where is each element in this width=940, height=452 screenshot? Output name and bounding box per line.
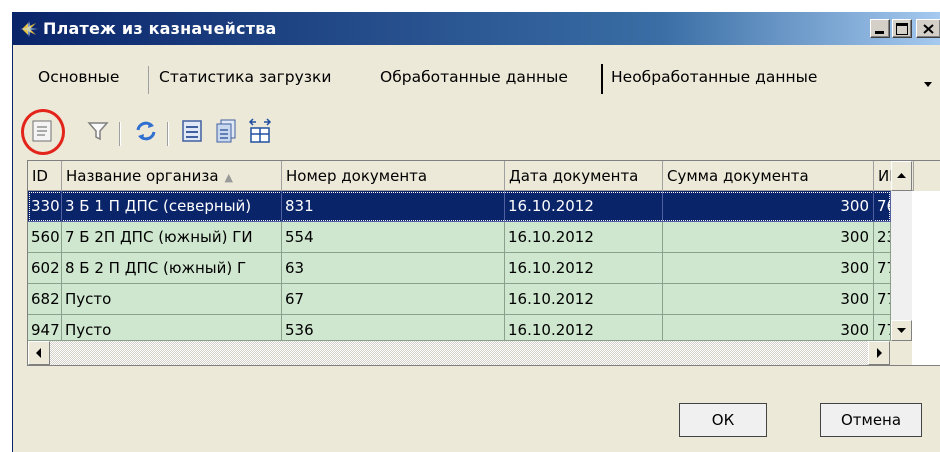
toolbar-separator [119, 122, 121, 146]
cell-id: 560 [28, 222, 62, 253]
cell-doc-date: 16.10.2012 [505, 284, 663, 315]
column-header-label: Дата документа [509, 167, 639, 185]
scroll-left-button[interactable] [28, 341, 50, 365]
cell-inn: 760 [874, 191, 891, 222]
table-row[interactable]: 682 Пусто 67 16.10.2012 300 770 [28, 284, 891, 315]
cell-doc-date: 16.10.2012 [505, 191, 663, 222]
cell-doc-amount: 300 [663, 284, 874, 315]
arrow-up-icon [897, 173, 906, 178]
export-button[interactable] [213, 117, 241, 147]
horizontal-scrollbar[interactable] [28, 341, 912, 365]
cell-doc-date: 16.10.2012 [505, 222, 663, 253]
cell-doc-date: 16.10.2012 [505, 253, 663, 284]
filter-icon [87, 122, 109, 141]
tab-active-divider [601, 64, 603, 94]
arrow-right-icon [877, 348, 882, 358]
cell-doc-amount: 300 [663, 222, 874, 253]
cell-doc-number: 536 [282, 315, 505, 341]
maximize-icon [896, 23, 908, 35]
cell-org-name: Пусто [62, 284, 282, 315]
cell-id: 682 [28, 284, 62, 315]
cell-id: 330 [28, 191, 62, 222]
title-bar[interactable]: Платеж из казначейства [13, 12, 940, 45]
column-header-id[interactable]: ID [28, 161, 62, 191]
window-title: Платеж из казначейства [43, 19, 277, 38]
vertical-scrollbar[interactable] [891, 161, 912, 341]
cell-inn: 770 [874, 284, 891, 315]
column-header-label: Название организа [66, 167, 219, 185]
filter-button[interactable] [85, 117, 113, 147]
minimize-icon [875, 31, 884, 34]
data-grid: ID Название организа ▲ Номер документа Да… [27, 160, 940, 366]
tabs-overflow-arrow-icon[interactable] [924, 82, 932, 87]
cell-doc-date: 16.10.2012 [505, 315, 663, 341]
cell-org-name: 8 Б 2 П ДПС (южный) Г [62, 253, 282, 284]
arrow-left-icon [36, 348, 41, 358]
cell-id: 947 [28, 315, 62, 341]
column-header-doc-number[interactable]: Номер документа [282, 161, 505, 191]
column-header-org-name[interactable]: Название организа ▲ [62, 161, 282, 191]
table-row[interactable]: 602 8 Б 2 П ДПС (южный) Г 63 16.10.2012 … [28, 253, 891, 284]
tab-divider [148, 66, 149, 94]
list-button[interactable] [179, 117, 207, 147]
horizontal-scroll-track[interactable] [50, 341, 868, 365]
cell-doc-number: 831 [282, 191, 505, 222]
cell-id: 602 [28, 253, 62, 284]
column-header-label: Номер документа [286, 167, 428, 185]
ok-button[interactable]: ОК [679, 403, 767, 437]
column-width-button[interactable] [247, 117, 275, 147]
cell-org-name: 3 Б 1 П ДПС (северный) [62, 191, 282, 222]
app-icon [20, 21, 38, 37]
toolbar-separator [167, 122, 169, 146]
scroll-right-button[interactable] [868, 341, 890, 365]
export-icon [216, 119, 236, 143]
grid-header: ID Название организа ▲ Номер документа Да… [28, 161, 940, 191]
maximize-button[interactable] [892, 19, 912, 38]
payment-window: Платеж из казначейства Основные Статисти… [12, 12, 940, 452]
cell-org-name: Пусто [62, 315, 282, 341]
cell-doc-amount: 300 [663, 191, 874, 222]
cell-doc-amount: 300 [663, 315, 874, 341]
column-header-label: Сумма документа [667, 167, 809, 185]
column-header-doc-date[interactable]: Дата документа [505, 161, 663, 191]
highlight-circle [21, 109, 65, 155]
column-header-doc-amount[interactable]: Сумма документа [663, 161, 874, 191]
cancel-button[interactable]: Отмена [820, 403, 922, 437]
table-row[interactable]: 947 Пусто 536 16.10.2012 300 770 [28, 315, 891, 341]
tab-load-stats[interactable]: Статистика загрузки [159, 68, 331, 86]
close-icon [923, 24, 934, 34]
cell-inn: 770 [874, 315, 891, 341]
refresh-icon [136, 121, 156, 141]
close-button[interactable] [916, 19, 940, 38]
minimize-button[interactable] [870, 19, 890, 38]
tab-main[interactable]: Основные [38, 68, 119, 86]
column-header-label: ID [32, 167, 48, 185]
cell-inn: 231 [874, 222, 891, 253]
refresh-button[interactable] [133, 117, 161, 147]
tab-processed-data[interactable]: Обработанные данные [380, 68, 568, 86]
scroll-down-button[interactable] [891, 320, 912, 341]
sort-ascending-icon: ▲ [224, 171, 233, 184]
table-row[interactable]: 560 7 Б 2П ДПС (южный) ГИ 554 16.10.2012… [28, 222, 891, 253]
table-row[interactable]: 330 3 Б 1 П ДПС (северный) 831 16.10.201… [28, 191, 891, 222]
tab-unprocessed-data[interactable]: Необработанные данные [611, 68, 817, 86]
cell-doc-number: 554 [282, 222, 505, 253]
cell-doc-number: 63 [282, 253, 505, 284]
cell-doc-amount: 300 [663, 253, 874, 284]
column-width-icon [248, 118, 272, 143]
cell-org-name: 7 Б 2П ДПС (южный) ГИ [62, 222, 282, 253]
cell-inn: 770 [874, 253, 891, 284]
cell-doc-number: 67 [282, 284, 505, 315]
arrow-down-icon [897, 328, 906, 333]
list-icon [182, 120, 202, 142]
scroll-up-button[interactable] [891, 161, 912, 191]
